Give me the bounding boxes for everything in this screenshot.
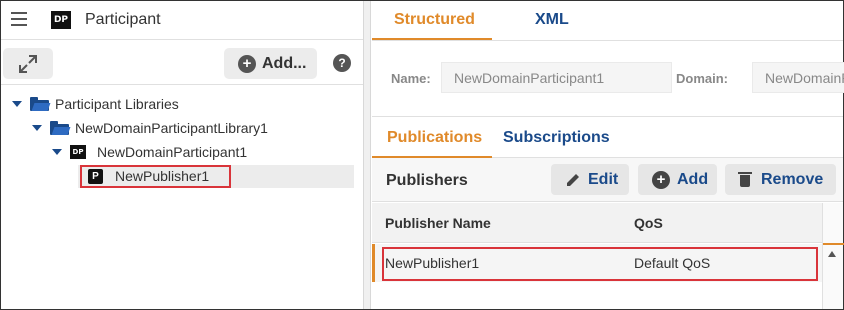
- plus-circle-icon: +: [652, 170, 670, 189]
- entity-tabs: Publications Subscriptions: [372, 116, 843, 158]
- plus-circle-icon: +: [238, 54, 256, 73]
- expand-button[interactable]: [3, 48, 53, 79]
- panel-title: Participant: [85, 11, 161, 28]
- help-icon[interactable]: ?: [333, 54, 351, 72]
- domain-participant-icon: DP: [70, 145, 86, 159]
- add-publisher-button[interactable]: + Add: [638, 164, 717, 195]
- highlight-box: [80, 165, 231, 188]
- add-button[interactable]: + Add...: [224, 48, 317, 79]
- scrollbar-accent: [823, 243, 844, 245]
- name-label: Name:: [391, 71, 431, 86]
- column-header-publisher-name[interactable]: Publisher Name: [385, 215, 491, 231]
- highlight-box: [382, 247, 818, 281]
- tab-structured[interactable]: Structured: [394, 11, 475, 29]
- add-button-label: Add: [677, 170, 709, 188]
- table-header: Publisher Name QoS: [372, 203, 822, 243]
- edit-button[interactable]: Edit: [551, 164, 629, 195]
- tree-item-participant[interactable]: DP NewDomainParticipant1: [52, 141, 247, 163]
- column-header-qos[interactable]: QoS: [634, 215, 663, 231]
- remove-button-label: Remove: [761, 170, 824, 188]
- add-button-label: Add...: [262, 54, 307, 72]
- expand-icon: [19, 54, 37, 73]
- tab-xml[interactable]: XML: [535, 11, 569, 29]
- remove-button[interactable]: Remove: [725, 164, 836, 195]
- tree-item-participant-libraries[interactable]: Participant Libraries: [12, 93, 179, 115]
- tree-toolbar: + Add... ?: [1, 39, 363, 85]
- menu-icon[interactable]: [11, 12, 27, 26]
- folder-open-icon: [50, 121, 71, 135]
- participant-panel: DP Participant + Add... ? Participant Li…: [1, 1, 363, 309]
- panel-splitter[interactable]: [363, 1, 371, 309]
- section-title: Publishers: [386, 172, 468, 189]
- tab-subscriptions[interactable]: Subscriptions: [503, 129, 610, 147]
- pencil-icon: [567, 173, 579, 186]
- tree-item-label: Participant Libraries: [55, 96, 179, 112]
- publishers-header: Publishers Edit + Add Remove: [372, 158, 843, 202]
- tree-item-label: NewDomainParticipantLibrary1: [75, 120, 268, 136]
- tree-item-library[interactable]: NewDomainParticipantLibrary1: [32, 117, 268, 139]
- name-field[interactable]: NewDomainParticipant1: [441, 62, 672, 93]
- active-tab-indicator: [372, 38, 492, 40]
- trash-icon: [738, 172, 752, 187]
- detail-panel: Structured XML Name: NewDomainParticipan…: [372, 1, 844, 309]
- table-scrollbar[interactable]: [822, 203, 844, 309]
- caret-down-icon[interactable]: [52, 149, 62, 155]
- caret-down-icon[interactable]: [32, 125, 42, 131]
- tab-publications[interactable]: Publications: [387, 129, 482, 147]
- domain-label: Domain:: [676, 71, 728, 86]
- folder-open-icon: [30, 97, 51, 111]
- caret-down-icon[interactable]: [12, 101, 22, 107]
- edit-button-label: Edit: [588, 170, 619, 188]
- domain-field[interactable]: NewDomainP: [752, 62, 844, 93]
- scroll-up-arrow-icon[interactable]: [828, 251, 836, 257]
- dp-icon: DP: [51, 11, 71, 29]
- tree-item-label: NewDomainParticipant1: [97, 144, 248, 160]
- view-tabs: Structured XML: [372, 1, 843, 41]
